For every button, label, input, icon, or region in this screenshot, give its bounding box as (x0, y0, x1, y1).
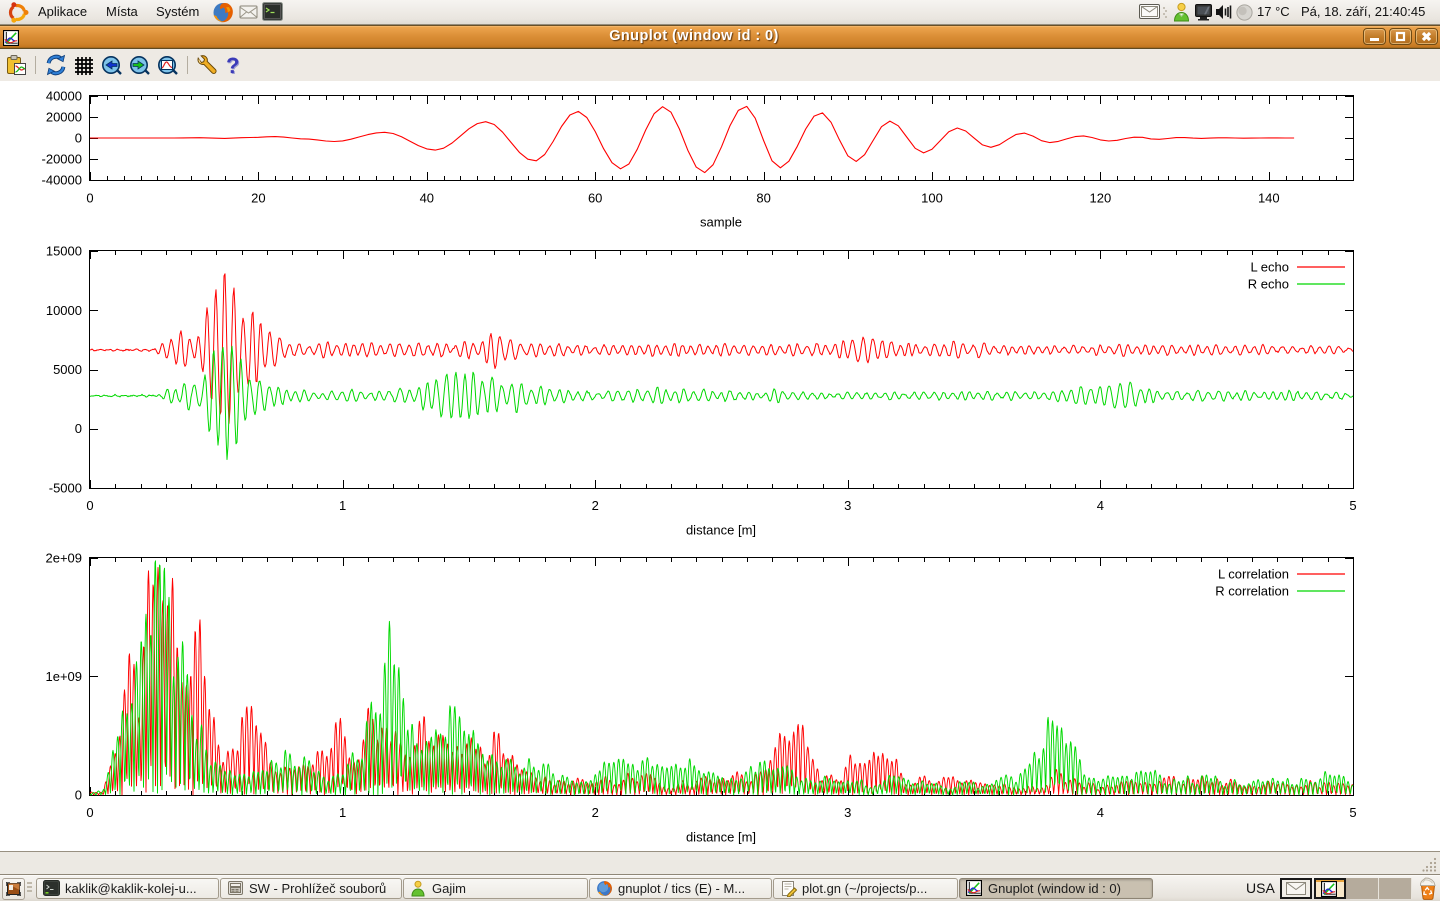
svg-text:100: 100 (921, 191, 943, 206)
svg-text:2: 2 (592, 805, 599, 820)
svg-text:0: 0 (86, 805, 93, 820)
svg-text:3: 3 (844, 805, 851, 820)
svg-text:20000: 20000 (46, 110, 82, 125)
svg-text:1e+09: 1e+09 (45, 669, 82, 684)
svg-text:1: 1 (339, 805, 346, 820)
svg-text:distance [m]: distance [m] (686, 523, 756, 538)
svg-text:R echo: R echo (1248, 277, 1289, 292)
svg-text:1: 1 (339, 498, 346, 513)
svg-text:80: 80 (756, 191, 770, 206)
svg-text:120: 120 (1090, 191, 1112, 206)
svg-text:-20000: -20000 (42, 152, 82, 167)
svg-text:5: 5 (1349, 498, 1356, 513)
svg-text:0: 0 (75, 421, 82, 436)
svg-text:2: 2 (592, 498, 599, 513)
svg-text:-5000: -5000 (49, 481, 82, 496)
svg-text:40000: 40000 (46, 89, 82, 104)
svg-text:15000: 15000 (46, 244, 82, 259)
svg-text:2e+09: 2e+09 (45, 551, 82, 566)
svg-text:10000: 10000 (46, 303, 82, 318)
svg-text:4: 4 (1097, 498, 1104, 513)
svg-text:20: 20 (251, 191, 265, 206)
svg-text:R correlation: R correlation (1215, 584, 1289, 599)
svg-text:distance [m]: distance [m] (686, 830, 756, 845)
svg-text:3: 3 (844, 498, 851, 513)
svg-text:60: 60 (588, 191, 602, 206)
svg-text:4: 4 (1097, 805, 1104, 820)
svg-text:L correlation: L correlation (1218, 567, 1289, 582)
svg-text:0: 0 (75, 131, 82, 146)
svg-text:-40000: -40000 (42, 173, 82, 188)
svg-text:sample: sample (700, 215, 742, 230)
svg-text:140: 140 (1258, 191, 1280, 206)
svg-text:0: 0 (75, 788, 82, 803)
svg-text:5000: 5000 (53, 362, 82, 377)
svg-text:0: 0 (86, 191, 93, 206)
svg-text:0: 0 (86, 498, 93, 513)
svg-text:40: 40 (420, 191, 434, 206)
svg-text:L echo: L echo (1250, 260, 1289, 275)
svg-text:5: 5 (1349, 805, 1356, 820)
